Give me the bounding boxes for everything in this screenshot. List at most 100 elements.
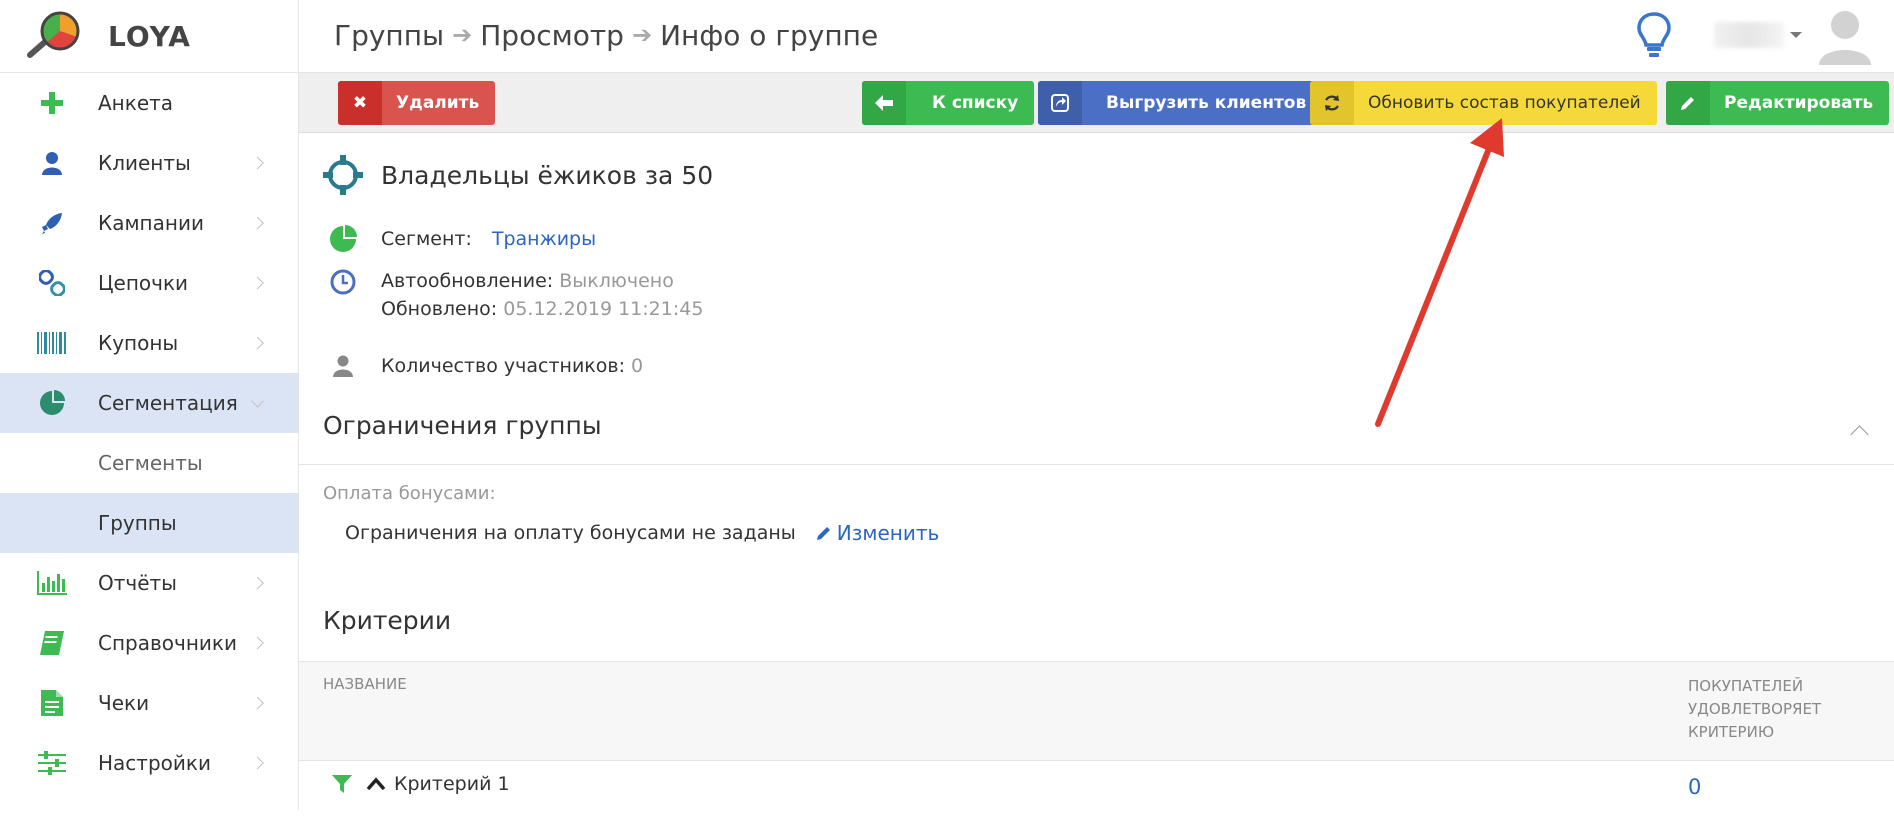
user-icon (323, 355, 363, 377)
close-icon: ✖ (338, 81, 382, 125)
sidebar-item-directories[interactable]: Справочники (0, 613, 298, 673)
sidebar-item-label: Отчёты (98, 571, 177, 595)
column-header-count-line: КРИТЕРИЮ (1688, 723, 1775, 741)
change-link[interactable]: Изменить (816, 521, 940, 545)
sidebar-item-coupons[interactable]: Купоны (0, 313, 298, 373)
chain-icon (32, 270, 72, 296)
breadcrumb-item-view[interactable]: Просмотр (480, 19, 624, 52)
autoupdate-block: Автообновление: Выключено Обновлено: 05.… (323, 269, 703, 320)
sidebar-subitem-label: Группы (98, 511, 177, 535)
criterion-count-link[interactable]: 0 (1688, 775, 1701, 799)
pay-limits-row: Ограничения на оплату бонусами не заданы… (345, 521, 939, 545)
rocket-icon (32, 211, 72, 235)
edit-button[interactable]: Редактировать (1666, 81, 1890, 125)
toolbar: ✖ Удалить К списку Выгрузить клиентов Об… (299, 73, 1894, 133)
chevron-down-icon (251, 394, 264, 408)
refresh-buyers-button-label: Обновить состав покупателей (1368, 93, 1641, 113)
to-list-button[interactable]: К списку (862, 81, 1035, 125)
sidebar-item-label: Клиенты (98, 151, 191, 175)
caret-down-icon[interactable] (1790, 32, 1802, 38)
breadcrumb-item-group-info: Инфо о группе (660, 18, 879, 52)
pie-chart-icon (323, 225, 363, 253)
breadcrumb: Группы ➔ Просмотр ➔ Инфо о группе (334, 0, 878, 70)
members-row: Количество участников: 0 (323, 355, 643, 377)
members-label: Количество участников: (381, 355, 625, 377)
chevron-up-icon[interactable] (1850, 425, 1869, 444)
delete-button[interactable]: ✖ Удалить (338, 81, 496, 125)
divider (299, 464, 1894, 465)
updated-line: Обновлено: 05.12.2019 11:21:45 (381, 298, 703, 320)
column-header-count-line: УДОВЛЕТВОРЯЕТ (1688, 700, 1822, 718)
criterion-name[interactable]: Критерий 1 (394, 773, 510, 795)
table-header: НАЗВАНИЕ ПОКУПАТЕЛЕЙ УДОВЛЕТВОРЯЕТ КРИТЕ… (299, 661, 1894, 761)
chevron-right-icon (251, 336, 264, 350)
segment-label: Сегмент: (381, 228, 472, 250)
sidebar-item-receipts[interactable]: Чеки (0, 673, 298, 733)
chevron-right-icon (251, 756, 264, 770)
arrow-right-icon: ➔ (631, 21, 653, 49)
lightbulb-icon[interactable] (1634, 10, 1674, 60)
delete-button-label: Удалить (396, 93, 480, 113)
header-user-area (1634, 0, 1874, 70)
sidebar-item-label: Чеки (98, 691, 150, 715)
members-value: 0 (631, 355, 644, 377)
refresh-buyers-button[interactable]: Обновить состав покупателей (1310, 81, 1657, 125)
criteria-title: Критерии (323, 606, 452, 635)
column-header-count-line: ПОКУПАТЕЛЕЙ (1688, 677, 1804, 695)
change-link-label: Изменить (836, 521, 940, 545)
plus-icon (32, 91, 72, 115)
main-content: Владельцы ёжиков за 50 Сегмент: Транжиры… (299, 133, 1894, 810)
sidebar-item-settings[interactable]: Настройки (0, 733, 298, 793)
user-icon (32, 151, 72, 175)
edit-button-label: Редактировать (1724, 93, 1874, 113)
segment-link[interactable]: Транжиры (492, 228, 596, 250)
sidebar-item-chains[interactable]: Цепочки (0, 253, 298, 313)
sidebar: LOYA Анкета Клиенты Кампании Цепочки Куп… (0, 0, 299, 810)
chevron-right-icon (251, 636, 264, 650)
sidebar-item-segmentation[interactable]: Сегментация (0, 373, 298, 433)
logo-text: LOYA (108, 19, 191, 53)
column-header-count: ПОКУПАТЕЛЕЙ УДОВЛЕТВОРЯЕТ КРИТЕРИЮ (1688, 675, 1838, 744)
chevron-up-icon[interactable] (366, 777, 386, 791)
chevron-right-icon (251, 696, 264, 710)
criteria-table: НАЗВАНИЕ ПОКУПАТЕЛЕЙ УДОВЛЕТВОРЯЕТ КРИТЕ… (299, 661, 1894, 817)
sliders-icon (32, 751, 72, 775)
refresh-icon (1310, 81, 1354, 125)
sidebar-item-campaigns[interactable]: Кампании (0, 193, 298, 253)
sidebar-item-clients[interactable]: Клиенты (0, 133, 298, 193)
breadcrumb-item-groups[interactable]: Группы (334, 19, 444, 52)
logo[interactable]: LOYA (0, 0, 298, 73)
autoupdate-line: Автообновление: Выключено (381, 270, 703, 292)
pencil-icon (816, 527, 830, 540)
pencil-icon (1666, 81, 1710, 125)
chevron-right-icon (251, 276, 264, 290)
sidebar-item-label: Сегментация (98, 391, 238, 415)
group-title: Владельцы ёжиков за 50 (323, 155, 713, 195)
user-name-blurred[interactable] (1714, 22, 1784, 48)
export-clients-button[interactable]: Выгрузить клиентов (1038, 81, 1323, 125)
sidebar-item-reports[interactable]: Отчёты (0, 553, 298, 613)
criterion-cell: Критерий 1 (332, 773, 510, 795)
filter-icon (332, 775, 352, 793)
sidebar-item-anketa[interactable]: Анкета (0, 73, 298, 133)
sidebar-item-label: Купоны (98, 331, 179, 355)
pay-limits-text: Ограничения на оплату бонусами не заданы (345, 522, 796, 544)
sidebar-item-label: Кампании (98, 211, 204, 235)
autoupdate-details: Автообновление: Выключено Обновлено: 05.… (381, 270, 703, 320)
chevron-right-icon (251, 576, 264, 590)
sidebar-item-label: Справочники (98, 631, 237, 655)
arrow-left-icon (862, 81, 906, 125)
updated-label: Обновлено: (381, 298, 498, 320)
arrow-right-icon: ➔ (452, 21, 473, 49)
export-clients-button-label: Выгрузить клиентов (1106, 93, 1307, 113)
sidebar-subitem-segments[interactable]: Сегменты (0, 433, 298, 493)
column-header-name: НАЗВАНИЕ (323, 675, 407, 693)
crosshair-icon (323, 155, 363, 195)
sidebar-subitem-groups[interactable]: Группы (0, 493, 298, 553)
avatar[interactable] (1816, 5, 1874, 65)
autoupdate-label: Автообновление: (381, 270, 554, 292)
sidebar-subitem-label: Сегменты (98, 451, 203, 475)
barcode-icon (32, 332, 72, 354)
header: Группы ➔ Просмотр ➔ Инфо о группе (299, 0, 1894, 73)
logo-magnifier-icon (27, 11, 80, 58)
